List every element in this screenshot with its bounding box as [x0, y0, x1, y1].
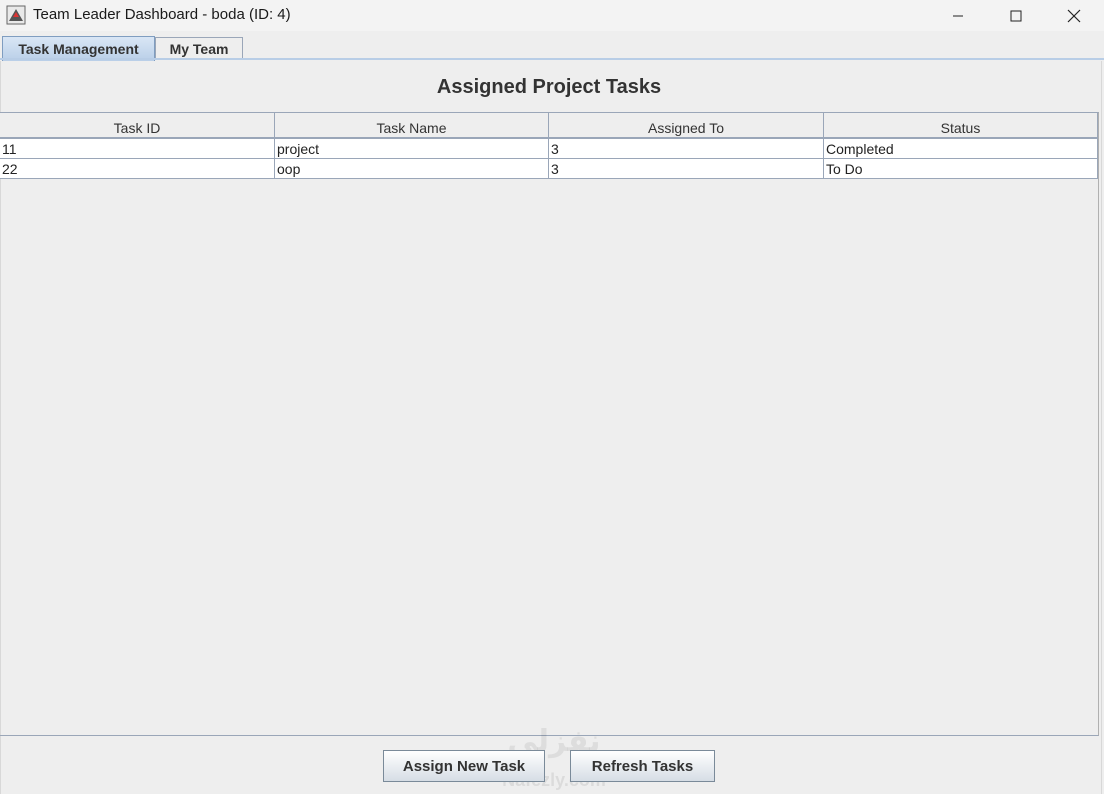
refresh-tasks-button[interactable]: Refresh Tasks [570, 750, 715, 782]
page-title: Assigned Project Tasks [436, 76, 662, 98]
table-row[interactable]: 11 project 3 Completed [0, 139, 1098, 159]
tab-my-team[interactable]: My Team [155, 37, 243, 59]
cell-assigned-to[interactable]: 3 [549, 139, 824, 159]
minimize-button[interactable] [929, 0, 987, 31]
close-icon [1067, 9, 1081, 22]
maximize-icon [1010, 10, 1022, 21]
close-button[interactable] [1045, 0, 1103, 31]
java-app-icon [6, 5, 26, 25]
maximize-button[interactable] [987, 0, 1045, 31]
cell-task-name[interactable]: oop [275, 159, 549, 179]
tab-divider [0, 58, 1104, 60]
cell-task-name[interactable]: project [275, 139, 549, 159]
tasks-table[interactable]: Task ID Task Name Assigned To Status 11 … [0, 112, 1099, 736]
assign-new-task-button[interactable]: Assign New Task [383, 750, 545, 782]
cell-task-id[interactable]: 11 [0, 139, 275, 159]
column-header-status[interactable]: Status [824, 113, 1098, 139]
cell-status[interactable]: Completed [824, 139, 1098, 159]
column-header-task-id[interactable]: Task ID [0, 113, 275, 139]
cell-task-id[interactable]: 22 [0, 159, 275, 179]
cell-status[interactable]: To Do [824, 159, 1098, 179]
window-title: Team Leader Dashboard - boda (ID: 4) [33, 6, 291, 23]
window-titlebar[interactable]: Team Leader Dashboard - boda (ID: 4) [0, 0, 1104, 31]
column-header-task-name[interactable]: Task Name [275, 113, 549, 139]
table-row[interactable]: 22 oop 3 To Do [0, 159, 1098, 179]
column-header-assigned-to[interactable]: Assigned To [549, 113, 824, 139]
tab-strip: Task Management My Team [0, 31, 1104, 61]
minimize-icon [953, 15, 963, 16]
table-header: Task ID Task Name Assigned To Status [0, 113, 1098, 139]
cell-assigned-to[interactable]: 3 [549, 159, 824, 179]
